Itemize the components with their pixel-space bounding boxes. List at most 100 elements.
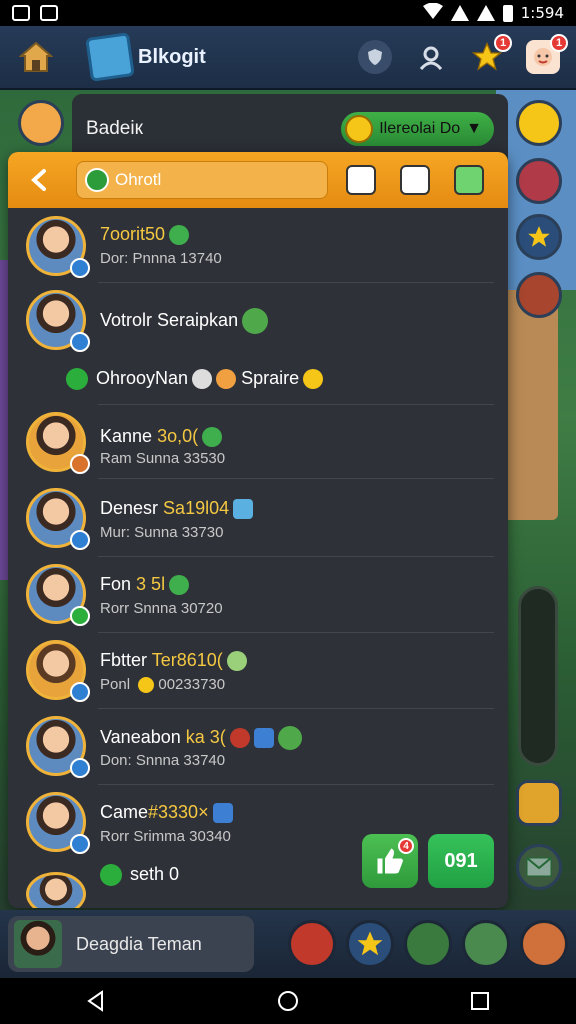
mail-button[interactable] [516,844,562,890]
divider [98,708,494,709]
dock-star-button[interactable] [346,920,394,968]
like-button[interactable]: 4 [362,834,418,888]
friends-button[interactable] [414,40,448,74]
friend-score: 3o,0( [157,426,199,446]
star-button[interactable]: 1 [470,34,512,74]
friends-panel: Ohrotl 7oorit50 Dor: Pnnna 13740 Votrolr… [8,152,508,908]
friend-status: Rorr Srimma 30340 [100,828,231,845]
left-avatar-button[interactable] [18,100,64,146]
back-button[interactable] [16,160,64,200]
avatar-badge-icon [70,332,90,352]
top-bar: Blkogit 1 1 [0,26,576,90]
back-nav-icon[interactable] [86,990,106,1012]
avatar-badge-icon [70,758,90,778]
battery-icon [502,4,513,22]
divider [98,478,494,479]
friends-list[interactable]: 7oorit50 Dor: Pnnna 13740 Votrolr Seraip… [8,208,508,908]
friend-status: Ram Sunna 33530 [100,450,226,467]
friend-name: Votrolr Seraipkan [100,309,239,330]
friend-name: Kanne [100,426,153,446]
divider [98,282,494,283]
friend-score: Sa19l04 [163,498,230,518]
profile-avatar-icon [534,48,552,66]
side-star-button[interactable] [516,214,562,260]
friend-status: Mur: Sunna 33730 [100,524,224,541]
friend-score: 3 5l [136,574,166,594]
coin-icon [138,677,155,694]
emoji-button[interactable] [516,100,562,146]
avatar-badge-icon [70,834,90,854]
chip-avatar [14,920,62,968]
smile-icon [345,115,374,143]
search-text: Ohrotl [115,170,162,189]
card-icon [253,728,274,748]
avatar-badge-icon [70,258,90,278]
friend-name: OhrooyNan [96,368,189,388]
chevron-left-icon [31,169,46,191]
like-badge: 4 [398,838,414,854]
friend-name: Fbtter [100,650,148,670]
divider [98,404,494,405]
home-button[interactable] [16,37,56,77]
dragon-icon [229,728,250,748]
face-emoji-icon [277,726,302,750]
friend-status: Ponl [100,676,131,693]
friend-name: Fon [100,574,132,594]
search-icon [85,168,109,192]
side-avatar-button-2[interactable] [516,272,562,318]
star-icon [357,931,383,956]
signal-icon [450,5,469,21]
status-time: 1:594 [520,4,564,22]
friend-status-value: 00233730 [158,676,226,693]
count-button[interactable]: 091 [428,834,494,888]
dock-avatar-button[interactable] [288,920,336,968]
star-badge: 1 [494,34,512,52]
search-field[interactable]: Ohrotl [76,161,328,199]
friend-status: Dor: Pnnna 13740 [100,250,222,267]
check-icon [66,368,88,391]
side-scroll-track[interactable] [518,586,558,766]
clover-icon [202,427,223,448]
home-nav-icon[interactable] [277,990,299,1012]
friend-name: Vaneabon [100,726,181,747]
avatar-badge-icon [70,454,90,474]
navigation-bar [0,978,576,1024]
pencil-icon [233,499,254,520]
badge-icon [212,803,233,824]
status-dropdown[interactable]: Ilereolai Do ▼ [341,112,494,146]
side-avatar-button[interactable] [516,158,562,204]
gear-icon [192,369,213,390]
avatar [26,872,86,908]
profile-button[interactable]: 1 [526,34,568,74]
app-notification-icon [40,5,58,21]
app-title: Blkogit [138,45,206,68]
chevron-down-icon: ▼ [466,120,482,137]
header-avatar-icon[interactable] [400,165,430,195]
status-bar: 1:594 [0,0,576,26]
friend-chip-label: Deagdia Teman [76,933,202,954]
profile-badge: 1 [550,34,568,52]
header-ghost-icon[interactable] [346,165,376,195]
dock-avatar-button-3[interactable] [520,920,568,968]
dock-avatar-button-2[interactable] [404,920,452,968]
star-icon [528,226,550,247]
dropdown-label: Ilereolai Do [379,120,461,137]
dock-box-button[interactable] [462,920,510,968]
friend-chip[interactable]: Deagdia Teman [8,916,254,972]
notification-icon [12,5,30,21]
chest-button[interactable] [516,780,562,826]
avatar-badge-icon [70,682,90,702]
recents-nav-icon[interactable] [470,991,490,1011]
friend-status: Don: Snnna 33740 [100,752,226,769]
header-green-avatar-icon[interactable] [454,165,484,195]
shield-button[interactable] [358,40,392,74]
check-icon [100,864,122,887]
panel-header: Ohrotl [8,152,508,208]
friend-extra: Spraire [241,368,300,388]
user-icon [419,46,443,70]
wifi-icon [422,2,443,23]
face-emoji-icon [226,651,247,672]
friend-name: 7oorit50 [100,224,166,244]
friend-extra: seth 0 [130,864,180,884]
friend-name: Came [100,802,149,822]
